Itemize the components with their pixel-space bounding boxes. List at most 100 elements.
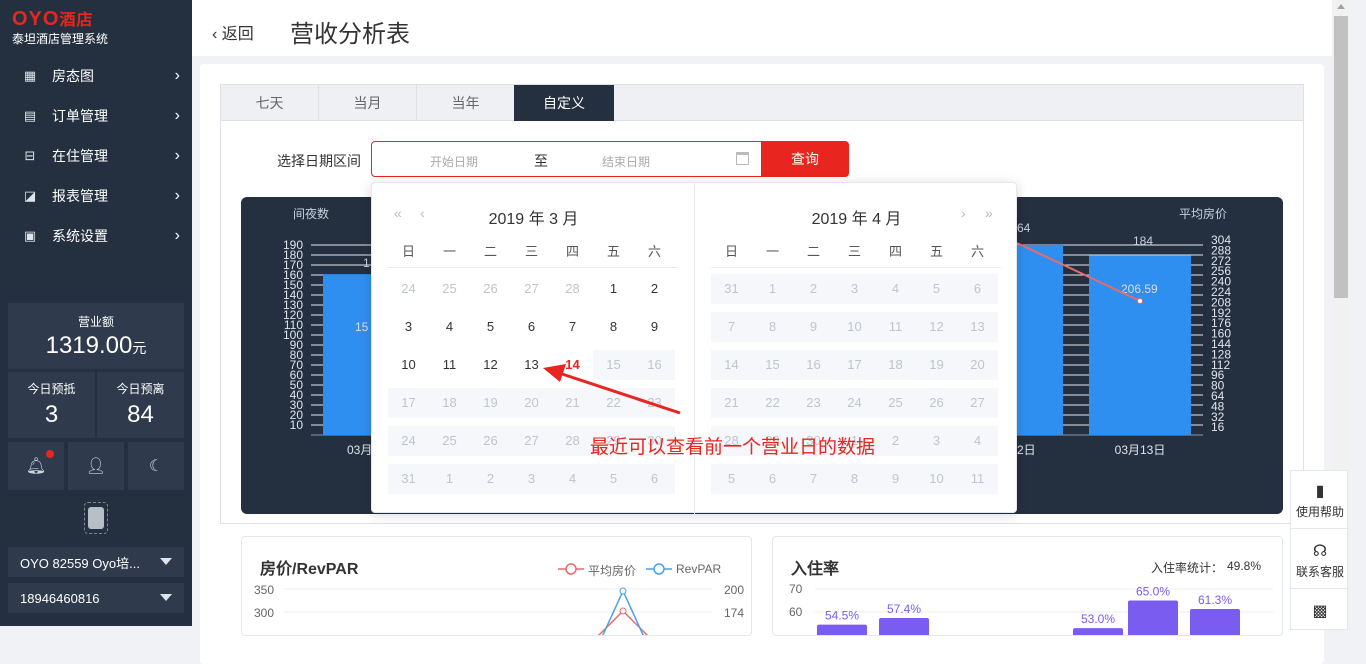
date-range-input[interactable]: 开始日期 至 结束日期 [371,141,763,177]
bed-icon: ⊟ [24,148,36,163]
arrivals-box[interactable]: 今日预抵 3 [8,372,95,438]
back-button[interactable]: ‹ 返回 [212,20,254,44]
bell-icon: 🔔︎ [25,458,47,475]
tab-seven-days[interactable]: 七天 [221,85,319,121]
revenue-label: 营业额 [77,315,114,329]
tab-custom[interactable]: 自定义 [514,85,614,121]
end-date-input[interactable]: 结束日期 [602,153,650,170]
calendar-day[interactable]: 7 [552,312,593,342]
calendar-day: 7 [793,464,834,494]
tab-this-month[interactable]: 当月 [319,85,417,121]
date-separator: 至 [534,153,548,169]
weekday-label: 一 [442,244,456,259]
user-icon: 👤︎ [85,458,107,475]
bar-value-label: 1 [363,256,370,270]
calendar-day: 18 [875,350,916,380]
calendar-day[interactable]: 10 [388,350,429,380]
sidebar: OYO酒店 泰坦酒店管理系统 ▦ 房态图 › ▤ 订单管理 › ⊟ 在住管理 ›… [0,0,192,626]
hotel-select[interactable]: OYO 82559 Oyo培... [8,547,184,577]
calendar-day: 3 [511,464,552,494]
notification-button[interactable]: 🔔︎ [8,442,64,490]
occupancy-bar-label: 65.0% [1136,585,1170,599]
customer-service-button[interactable]: ☊ 联系客服 [1291,531,1349,589]
headset-icon: ☊ [1312,543,1328,560]
calendar-day[interactable]: 1 [593,274,634,304]
arrivals-label: 今日预抵 [27,382,76,396]
start-date-input[interactable]: 开始日期 [430,153,478,170]
calendar-day: 2 [875,426,916,456]
departures-box[interactable]: 今日预离 84 [97,372,184,438]
menu-item-reports[interactable]: ◪ 报表管理 › [0,176,192,216]
help-label: 使用帮助 [1295,505,1344,519]
calendar-day: 15 [752,350,793,380]
query-button[interactable]: 查询 [761,141,849,177]
account-select-value: 18946460816 [20,590,100,606]
bar-value-label: 184 [1133,234,1153,248]
calendar-day[interactable]: 2 [634,274,675,304]
user-button[interactable]: 👤︎ [68,442,124,490]
tab-this-year[interactable]: 当年 [417,85,515,121]
menu-item-orders[interactable]: ▤ 订单管理 › [0,96,192,136]
help-button[interactable]: ▮ 使用帮助 [1291,471,1349,529]
calendar-day[interactable]: 5 [470,312,511,342]
right-axis-title: 平均房价 [1179,206,1227,221]
occupancy-bar [1128,600,1178,635]
departures-label: 今日预离 [116,382,165,396]
calendar-day[interactable]: 11 [429,350,470,380]
weekday-divider [388,267,678,268]
weekday-label: 三 [524,244,538,259]
calendar-day: 27 [511,426,552,456]
calendar-day[interactable]: 3 [388,312,429,342]
calendar-day[interactable]: 9 [634,312,675,342]
occupancy-bar-label: 53.0% [1081,612,1115,626]
calendar-day[interactable]: 12 [470,350,511,380]
weekday-label: 日 [724,244,738,259]
calendar-day: 11 [957,464,998,494]
menu-label: 订单管理 [52,108,108,124]
moon-icon: ☾ [148,458,164,475]
revenue-amount: 1319.00 [45,332,133,359]
left-tick-label: 10 [290,418,304,432]
calendar-day: 20 [957,350,998,380]
calendar-day: 6 [634,464,675,494]
light-switch-icon[interactable] [84,502,108,534]
unread-dot [46,450,54,458]
calendar-day: 25 [875,388,916,418]
date-range-picker: « ‹ 2019 年 3 月 日一二三四五六 24 25 26 27 28 1 2 3 4 5 6 7 8… [371,182,1017,514]
calendar-day: 3 [916,426,957,456]
occupancy-bar-label: 57.4% [887,602,921,616]
weekday-label: 日 [401,244,415,259]
qr-code-button[interactable]: ▩ [1291,591,1349,649]
menu-item-room-status[interactable]: ▦ 房态图 › [0,56,192,96]
calendar-day[interactable]: 14 [552,350,593,380]
calendar-day[interactable]: 13 [511,350,552,380]
right-tick-label: 16 [1211,420,1225,434]
departures-value: 84 [127,401,154,428]
calendar-day: 4 [875,274,916,304]
top-bar: ‹ 返回 营收分析表 [192,0,1332,56]
revenue-unit: 元 [132,340,147,356]
calendar-day: 8 [752,312,793,342]
scrollbar-thumb[interactable] [1334,16,1348,298]
calendar-day: 28 [552,426,593,456]
scroll-up-icon[interactable] [1337,4,1345,9]
menu-item-in-house[interactable]: ⊟ 在住管理 › [0,136,192,176]
calendar-day[interactable]: 8 [593,312,634,342]
night-mode-button[interactable]: ☾ [128,442,184,490]
calendar-march: « ‹ 2019 年 3 月 日一二三四五六 24 25 26 27 28 1 2 3 4 5 6 7 8… [372,183,695,514]
chevron-right-icon: › [174,67,180,84]
account-select[interactable]: 18946460816 [8,583,184,613]
occupancy-bar [879,617,929,635]
calendar-day: 18 [429,388,470,418]
chevron-right-icon: › [174,147,180,164]
calendar-day[interactable]: 4 [429,312,470,342]
weekday-label: 六 [647,244,661,259]
calendar-day: 25 [429,426,470,456]
calendar-day: 9 [793,312,834,342]
menu-item-settings[interactable]: ▣ 系统设置 › [0,216,192,256]
calendar-day: 31 [711,274,752,304]
calendar-day[interactable]: 6 [511,312,552,342]
calendar-day: 6 [752,464,793,494]
oyo-logo[interactable]: OYO酒店 [12,6,93,31]
occupancy-bars: 54.5% 57.4% 53.0% 65.0% 61.3% [815,585,1273,635]
